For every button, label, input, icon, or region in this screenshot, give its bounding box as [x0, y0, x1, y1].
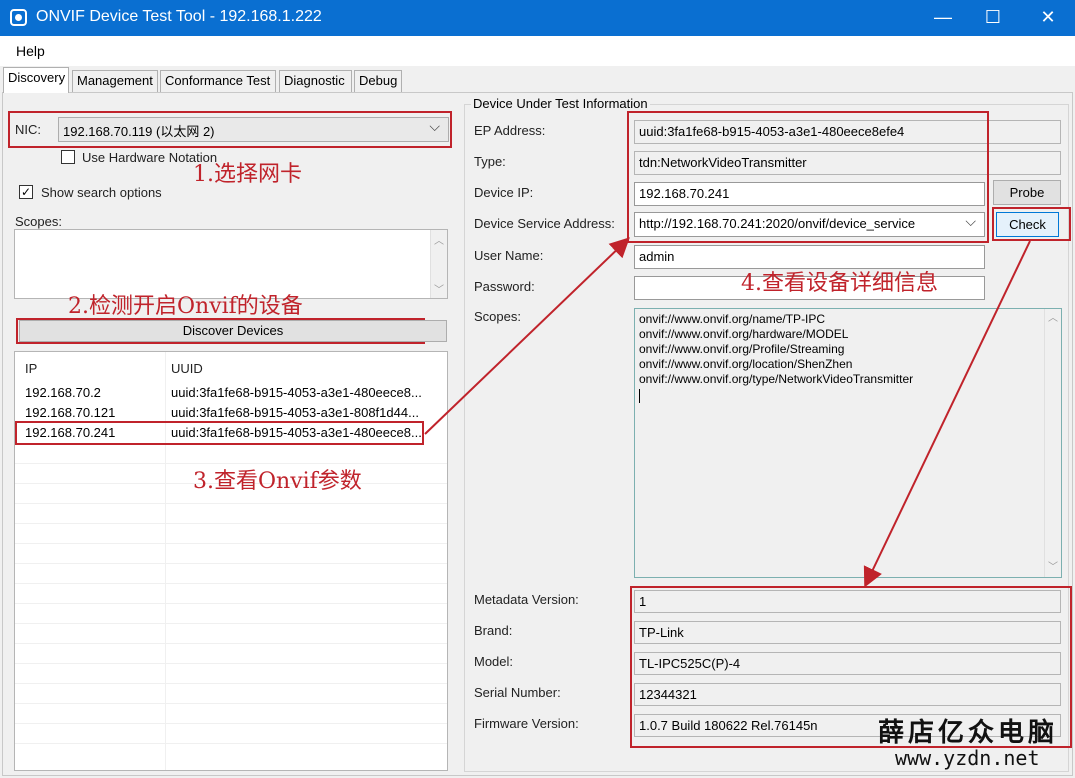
watermark-brand: 薛店亿众电脑	[878, 718, 1059, 748]
arrow-to-device-details	[863, 240, 1031, 588]
arrow-to-device-info	[424, 237, 630, 435]
watermark-url: www.yzdn.net	[895, 746, 1040, 770]
annotation-arrows	[424, 237, 1031, 588]
tab-discovery[interactable]: Discovery	[3, 67, 69, 93]
